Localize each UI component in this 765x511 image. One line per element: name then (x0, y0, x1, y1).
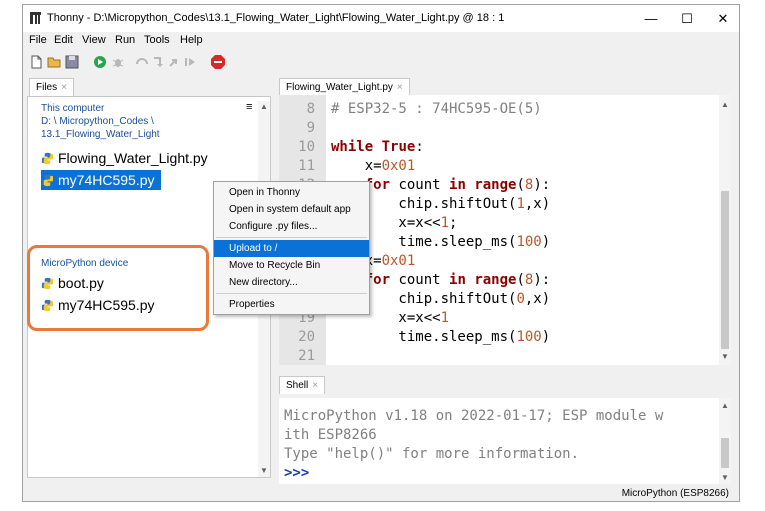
menu-tools[interactable]: Tools (144, 34, 170, 46)
status-bar: MicroPython (ESP8266) (23, 485, 739, 501)
run-icon[interactable] (93, 55, 107, 69)
menu-file[interactable]: File (29, 34, 47, 46)
shell-scroll-thumb[interactable] (721, 438, 729, 468)
editor-tab-close-icon[interactable]: × (397, 82, 403, 93)
line-number: 11 (298, 158, 315, 174)
menu-run[interactable]: Run (115, 34, 135, 46)
new-file-icon[interactable] (29, 55, 43, 69)
thonny-window: Thonny - D:\Micropython_Codes\13.1_Flowi… (22, 4, 740, 502)
this-computer-header: This computer (41, 103, 105, 114)
shell-output-line: ith ESP8266 (284, 427, 377, 443)
interpreter-status[interactable]: MicroPython (ESP8266) (622, 488, 729, 499)
save-icon[interactable] (65, 55, 79, 69)
window-title: Thonny - D:\Micropython_Codes\13.1_Flowi… (47, 12, 505, 24)
editor-tabstrip: Flowing_Water_Light.py × (279, 76, 731, 96)
scroll-down-arrow-icon[interactable]: ▼ (719, 472, 731, 484)
shell-output-line: MicroPython v1.18 on 2022-01-17; ESP mod… (284, 408, 664, 424)
close-button[interactable]: ✕ (705, 5, 739, 32)
scroll-up-arrow-icon[interactable]: ▲ (258, 101, 270, 113)
code-line-10: while True: (331, 139, 424, 155)
python-file-icon (41, 152, 54, 165)
scroll-up-arrow-icon[interactable]: ▲ (719, 99, 731, 111)
shell-console[interactable]: MicroPython v1.18 on 2022-01-17; ESP mod… (279, 398, 731, 484)
line-number: 21 (298, 348, 315, 364)
editor-scroll-thumb[interactable] (721, 191, 729, 349)
menu-bar: File Edit View Run Tools Help (23, 32, 739, 50)
step-over-icon[interactable] (135, 55, 149, 69)
ctx-open-in-thonny[interactable]: Open in Thonny (214, 184, 369, 201)
code-line-11: x=0x01 (331, 158, 416, 174)
ctx-move-to-recycle-bin[interactable]: Move to Recycle Bin (214, 257, 369, 274)
tab-flowing-water-light[interactable]: Flowing_Water_Light.py × (279, 78, 410, 96)
debug-icon[interactable] (111, 55, 125, 69)
editor-tab-label: Flowing_Water_Light.py (286, 82, 393, 93)
context-menu: Open in Thonny Open in system default ap… (213, 181, 370, 315)
step-into-icon[interactable] (151, 55, 165, 69)
ctx-new-directory[interactable]: New directory... (214, 274, 369, 291)
file-name: Flowing_Water_Light.py (58, 150, 208, 166)
resume-icon[interactable] (183, 55, 197, 69)
file-item-my74hc595-computer[interactable]: my74HC595.py (41, 170, 161, 190)
scroll-up-arrow-icon[interactable]: ▲ (719, 400, 731, 412)
shell-tabstrip: Shell × (279, 374, 731, 394)
stop-icon[interactable] (211, 55, 225, 69)
computer-path-line1[interactable]: D: \ Micropython_Codes \ (41, 115, 154, 128)
line-number: 10 (298, 139, 315, 155)
maximize-button[interactable]: ☐ (669, 5, 705, 32)
menu-help[interactable]: Help (180, 34, 203, 46)
shell-output-line: Type "help()" for more information. (284, 446, 580, 462)
open-folder-icon[interactable] (47, 55, 61, 69)
python-file-icon (41, 174, 54, 187)
shell-tab-label: Shell (286, 380, 309, 391)
step-out-icon[interactable] (167, 55, 181, 69)
file-item-flowing-water-light[interactable]: Flowing_Water_Light.py (41, 148, 208, 168)
shell-prompt[interactable]: >>> (284, 465, 309, 481)
device-files-highlight (27, 245, 209, 331)
code-line-8: # ESP32-5 : 74HC595-OE(5) (331, 101, 542, 117)
editor-scrollbar[interactable]: ▲ ▼ (719, 95, 731, 365)
shell-scrollbar[interactable]: ▲ ▼ (719, 398, 731, 484)
ctx-open-system-app[interactable]: Open in system default app (214, 201, 369, 218)
title-bar: Thonny - D:\Micropython_Codes\13.1_Flowi… (23, 5, 739, 32)
code-line-20: time.sleep_ms(100) (331, 329, 551, 345)
file-name: my74HC595.py (58, 172, 155, 188)
files-tabstrip: Files × (27, 76, 267, 96)
line-number: 20 (298, 329, 315, 345)
ctx-separator (216, 293, 367, 294)
ctx-upload-to[interactable]: Upload to / (214, 240, 369, 257)
tab-files-close-icon[interactable]: × (61, 82, 67, 93)
tab-shell[interactable]: Shell × (279, 376, 326, 394)
ctx-separator (216, 237, 367, 238)
toolbar (23, 50, 739, 76)
menu-view[interactable]: View (82, 34, 106, 46)
line-number: 9 (306, 120, 315, 136)
scroll-down-arrow-icon[interactable]: ▼ (258, 465, 270, 477)
minimize-button[interactable]: — (633, 5, 669, 32)
ctx-properties[interactable]: Properties (214, 296, 369, 313)
files-menu-icon[interactable]: ≡ (246, 101, 252, 113)
menu-edit[interactable]: Edit (54, 34, 73, 46)
tab-files-label: Files (36, 82, 58, 93)
ctx-configure-py-files[interactable]: Configure .py files... (214, 218, 369, 235)
computer-path-line2[interactable]: 13.1_Flowing_Water_Light (41, 128, 160, 141)
scroll-down-arrow-icon[interactable]: ▼ (719, 351, 731, 363)
shell-tab-close-icon[interactable]: × (312, 380, 318, 391)
tab-files[interactable]: Files × (29, 78, 74, 96)
line-number: 8 (306, 101, 315, 117)
thonny-app-icon (30, 12, 41, 24)
